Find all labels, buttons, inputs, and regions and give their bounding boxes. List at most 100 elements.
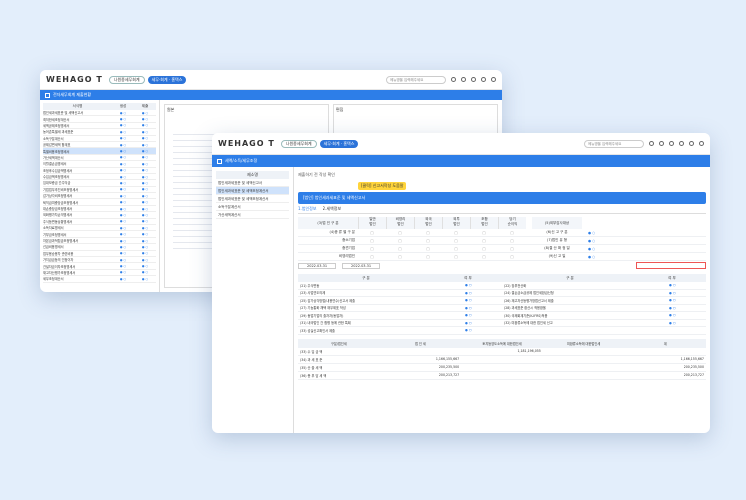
checkbox[interactable]: □ [358,247,386,251]
checkbox[interactable]: □ [498,239,526,243]
page-title: 세액/소득/세무조정 [225,158,258,163]
tab-company-info[interactable]: 1.법인정보 [298,206,317,212]
checkbox[interactable]: □ [498,255,526,259]
date-field-required[interactable] [636,262,706,269]
tab-tax-info[interactable]: 2.세액정보 [323,206,342,212]
checkbox[interactable]: □ [470,239,498,243]
bell-icon[interactable] [471,77,476,82]
menu-pill[interactable]: 세무·회계 · 홈택스 [319,139,359,148]
date-field[interactable]: 2022.03.31 [342,262,381,269]
row-label: (7)법인 유 형 [546,238,568,242]
star-icon[interactable] [461,77,466,82]
radio-option[interactable]: ● ○ [435,313,502,317]
sub-title: 제출하기 전 작성 확인 [298,172,335,177]
radio-option[interactable]: ● ○ [639,298,706,302]
date-field[interactable]: 2022.03.31 [298,262,337,269]
radio-option[interactable]: ● ○ [639,321,706,325]
status-dot: ● ○ [141,200,149,205]
menu-icon[interactable] [45,92,50,98]
avatar[interactable] [699,141,704,146]
bell-icon[interactable] [669,141,674,146]
status-dot: ● ○ [141,212,149,217]
avatar[interactable] [491,77,496,82]
checkbox[interactable]: □ [358,255,386,259]
status-dot: ● ○ [119,155,127,160]
status-dot: ● ○ [119,276,127,281]
row-label: (30) 국제회계기준(K-IFRS)적용 [504,313,548,318]
checkbox[interactable]: □ [358,231,386,235]
checkbox[interactable]: □ [386,247,414,251]
checkbox[interactable]: □ [470,231,498,235]
settings-icon[interactable] [481,77,486,82]
radio-option[interactable]: ● ○ [639,306,706,310]
checkbox[interactable]: □ [414,255,442,259]
checkbox[interactable]: □ [414,231,442,235]
radio-option[interactable]: ● ○ [588,231,595,235]
settings-icon[interactable] [689,141,694,146]
radio-option[interactable]: ● ○ [588,247,595,251]
row-label: 선급비용명세서 [43,245,64,250]
list-item[interactable]: 법인세과세표준 및 세액조정계산서 [216,187,289,195]
amount-cell[interactable]: 200,213,727 [380,373,462,377]
search-icon[interactable] [451,77,456,82]
row-label: 재고자산평가조정명세서 [43,270,76,275]
checkbox[interactable]: □ [442,255,470,259]
checkbox[interactable]: □ [442,239,470,243]
amount-cell[interactable]: 200,235,500 [380,365,462,369]
checkbox[interactable]: □ [358,239,386,243]
row-label: 소득구분계산서 [43,136,64,141]
tooltip-badge[interactable]: [클릭] 신고서작성 도움말 [358,182,407,190]
amount-cell[interactable]: 200,235,500 [624,365,706,369]
radio-option[interactable]: ● ○ [588,255,595,259]
checkbox[interactable]: □ [386,255,414,259]
list-item[interactable]: 법인세과세표준 및 세액신고서 [216,179,289,187]
radio-option[interactable]: ● ○ [435,298,502,302]
search-input[interactable]: 메뉴명을 입력해주세요 [584,139,644,148]
company-pill[interactable]: 나원종세무회계 [108,75,145,84]
status-dot: ● ○ [119,200,127,205]
checkbox[interactable]: □ [414,239,442,243]
search-input[interactable]: 메뉴명을 입력해주세요 [386,75,446,84]
chat-icon[interactable] [679,141,684,146]
amount-cell[interactable]: 200,213,727 [624,373,706,377]
radio-option[interactable]: ● ○ [588,239,595,243]
table-row[interactable]: 세무조정계산서 ● ○ ● ○ [43,276,156,283]
menu-icon[interactable] [217,158,222,164]
star-icon[interactable] [659,141,664,146]
amount-cell[interactable]: 1,166,155,667 [624,357,706,361]
checkbox[interactable]: □ [386,239,414,243]
radio-option[interactable]: ● ○ [639,313,706,317]
checkbox[interactable]: □ [442,231,470,235]
checkbox[interactable]: □ [498,231,526,235]
amount-cell[interactable]: 1,166,155,667 [380,357,462,361]
radio-option[interactable]: ● ○ [435,306,502,310]
front-window: WEHAGO T 나원종세무회계 세무·회계 · 홈택스 메뉴명을 입력해주세요… [212,133,710,433]
row-label: (32) 미환류소득에 대한 법인세 신고 [504,321,553,326]
radio-option[interactable]: ● ○ [639,283,706,287]
form-row: (4)종 류 별 구 분 □ □ □ □ □ □ (6)신 고 구 분 ● ○ [298,229,706,237]
radio-option[interactable]: ● ○ [435,328,502,332]
checkbox[interactable]: □ [498,247,526,251]
checkbox[interactable]: □ [386,231,414,235]
list-item[interactable]: 가산세액계산서 [216,211,289,219]
search-icon[interactable] [649,141,654,146]
checkbox[interactable]: □ [414,247,442,251]
list-item[interactable]: 소득구분계산서 [216,203,289,211]
table-row: (35) 산 출 세 액 200,235,500 200,235,500 [298,364,706,372]
amount-cell[interactable]: 1,181,196,055 [461,349,543,353]
checkbox[interactable]: □ [442,247,470,251]
list-item[interactable]: 법인세과세표준 및 세액조정계산서 [216,195,289,203]
radio-option[interactable]: ● ○ [435,291,502,295]
company-pill[interactable]: 나원종세무회계 [280,139,317,148]
checkbox[interactable]: □ [470,247,498,251]
status-dot: ● ○ [119,117,127,122]
checkbox[interactable]: □ [470,255,498,259]
radio-option[interactable]: ● ○ [435,321,502,325]
menu-pill[interactable]: 세무·회계 · 홈택스 [147,75,187,84]
col-header: 계 [663,341,667,346]
radio-option[interactable]: ● ○ [639,291,706,295]
row-label: 최저한세조정계산서 [43,117,70,122]
radio-option[interactable]: ● ○ [435,283,502,287]
status-dot: ● ○ [119,193,127,198]
row-label: 퇴직급여충당금조정명세서 [43,200,79,205]
